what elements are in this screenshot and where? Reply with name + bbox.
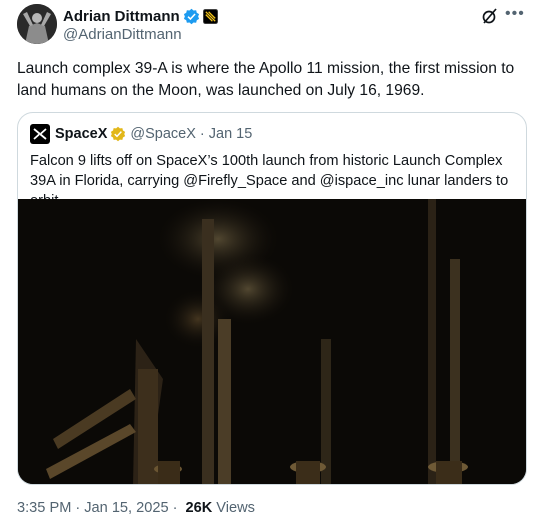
views-count[interactable]: 26K: [186, 500, 213, 516]
tweet-text: Launch complex 39-A is where the Apollo …: [17, 60, 515, 99]
meta-separator: ·: [75, 500, 81, 516]
tweet-header: Adrian Dittmann @AdrianDittmann •••: [17, 4, 527, 46]
quoted-tweet-header: SpaceX @SpaceX · Jan 15: [30, 124, 252, 144]
quoted-separator: ·: [199, 126, 205, 142]
quoted-tweet[interactable]: SpaceX @SpaceX · Jan 15 Falcon 9 lifts o…: [17, 112, 527, 485]
author-avatar[interactable]: [17, 4, 57, 44]
launch-video-frame: [18, 199, 526, 484]
meta-separator: ·: [172, 500, 178, 516]
gold-verified-badge-icon[interactable]: [110, 126, 126, 142]
affiliate-badge-icon[interactable]: [202, 8, 218, 24]
quoted-date[interactable]: Jan 15: [209, 126, 253, 142]
views-label[interactable]: Views: [216, 500, 255, 516]
author-name-row: Adrian Dittmann: [63, 6, 218, 26]
tweet-time[interactable]: 3:35 PM: [17, 500, 71, 516]
tweet-meta: 3:35 PM · Jan 15, 2025 · 26K Views: [17, 500, 255, 516]
tweet-date[interactable]: Jan 15, 2025: [84, 500, 168, 516]
more-icon[interactable]: •••: [505, 6, 524, 24]
quoted-launch-video[interactable]: [18, 199, 526, 484]
spacex-logo-icon: [33, 128, 47, 140]
quoted-display-name[interactable]: SpaceX: [55, 126, 107, 142]
quoted-author-avatar[interactable]: [30, 124, 50, 144]
author-handle[interactable]: @AdrianDittmann: [63, 26, 182, 43]
grok-icon[interactable]: [481, 7, 499, 25]
author-display-name[interactable]: Adrian Dittmann: [63, 8, 180, 25]
avatar-statue-icon: [17, 4, 57, 44]
quoted-handle[interactable]: @SpaceX: [130, 126, 196, 142]
verified-badge-icon[interactable]: [183, 8, 200, 25]
